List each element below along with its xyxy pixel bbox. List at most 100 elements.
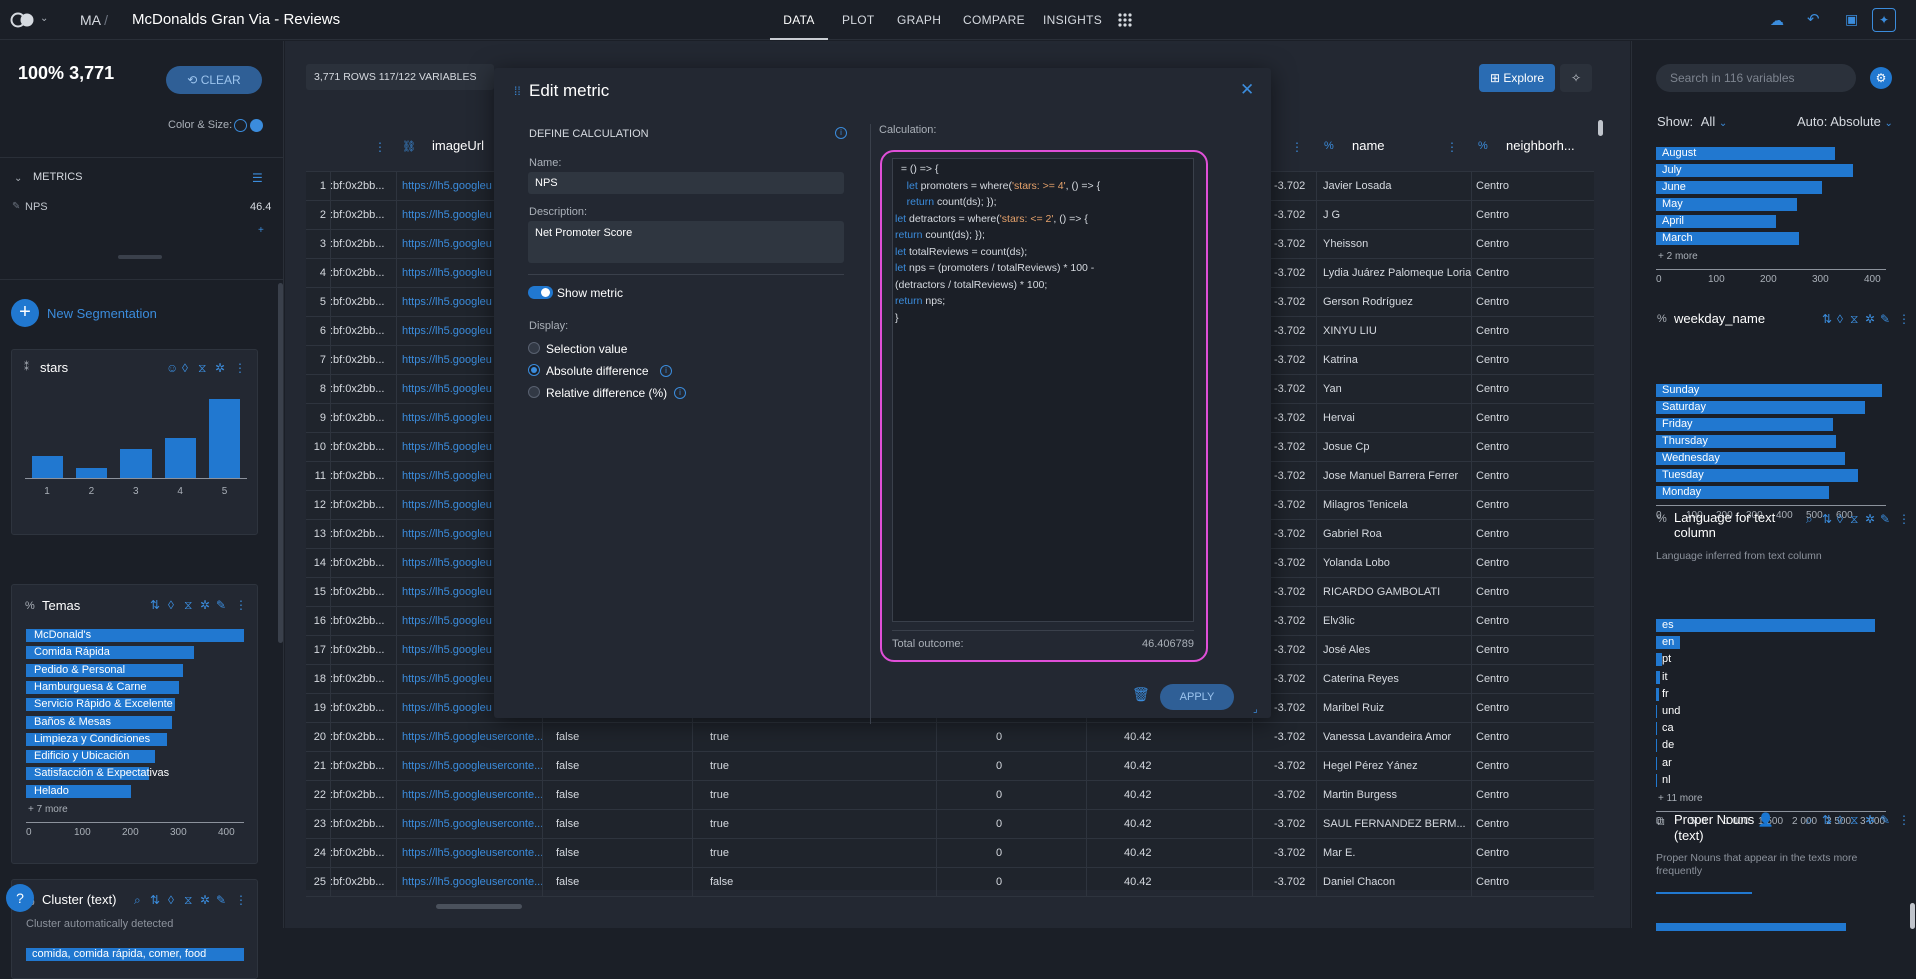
help-button[interactable]: ? (6, 884, 34, 912)
cell-url[interactable]: https://lh5.googleu (402, 172, 492, 200)
more-icon[interactable]: ⋮ (1898, 312, 1910, 326)
pin-icon[interactable]: ✲ (200, 893, 210, 907)
cell-url[interactable]: https://lh5.googleu (402, 549, 492, 577)
drag-handle-icon[interactable]: ⁞⁞ (514, 84, 521, 98)
more-icon[interactable]: ⋮ (235, 893, 247, 907)
info-icon[interactable]: i (674, 387, 686, 399)
column-header[interactable]: imageUrl (432, 138, 484, 153)
cell-url[interactable]: https://lh5.googleuserconte... (402, 752, 542, 780)
filter-off-icon[interactable]: ⧖ (184, 893, 192, 908)
info-icon[interactable]: i (660, 365, 672, 377)
resize-handle[interactable] (118, 255, 162, 259)
tab-plot[interactable]: PLOT (842, 0, 875, 40)
resize-icon[interactable]: ⌟ (1253, 704, 1258, 715)
bar[interactable] (1656, 164, 1853, 177)
pin-icon[interactable]: ✲ (1865, 312, 1875, 326)
cell-url[interactable]: https://lh5.googleu (402, 375, 492, 403)
cloud-icon[interactable]: ☁ (1770, 12, 1784, 29)
horizontal-scrollbar[interactable] (436, 904, 522, 909)
histogram-bar[interactable] (120, 449, 151, 478)
more-link[interactable]: + 7 more (28, 804, 68, 815)
search-icon[interactable]: ⌕ (134, 893, 141, 908)
left-scrollbar[interactable] (278, 283, 283, 643)
more-icon[interactable]: ⋮ (234, 361, 246, 375)
bar[interactable] (1656, 619, 1875, 632)
cell-url[interactable]: https://lh5.googleu (402, 230, 492, 258)
relative-difference-radio[interactable] (528, 386, 540, 398)
bar[interactable] (1656, 739, 1657, 752)
more-icon[interactable]: ⋮ (1446, 140, 1458, 154)
info-icon[interactable]: i (835, 127, 847, 139)
cell-url[interactable]: https://lh5.googleu (402, 346, 492, 374)
explore-button[interactable]: ⊞ Explore (1479, 64, 1555, 92)
more-link[interactable]: + 2 more (1658, 251, 1698, 262)
sort-icon[interactable]: ⇅ (150, 893, 160, 907)
magic-wand-icon[interactable]: ✦ (1872, 8, 1896, 32)
chevron-down-icon[interactable]: ⌄ (14, 173, 22, 184)
drop-icon[interactable]: ◊ (1837, 512, 1843, 526)
drop-icon[interactable]: ◊ (182, 361, 188, 375)
cell-url[interactable]: https://lh5.googleu (402, 491, 492, 519)
metric-name[interactable]: NPS (25, 201, 48, 213)
tab-insights[interactable]: INSIGHTS (1043, 0, 1102, 40)
undo-icon[interactable]: ↶ (1807, 10, 1820, 28)
app-logo-icon[interactable] (10, 12, 36, 28)
edit-icon[interactable]: ✎ (216, 598, 226, 612)
name-input[interactable]: NPS (528, 172, 844, 194)
table-row[interactable]: 21:bf:0x2bb...https://lh5.googleusercont… (306, 752, 1594, 781)
trash-icon[interactable]: 🗑 (1132, 686, 1150, 703)
clear-button[interactable]: ⟲ CLEAR (166, 66, 262, 94)
search-icon[interactable]: ⌕ (1806, 512, 1813, 527)
tab-data[interactable]: DATA (770, 0, 828, 40)
cell-url[interactable]: https://lh5.googleu (402, 201, 492, 229)
cell-url[interactable]: https://lh5.googleu (402, 462, 492, 490)
sort-icon[interactable]: ⇅ (1822, 813, 1832, 827)
more-icon[interactable]: ⋮ (1291, 140, 1303, 154)
cell-url[interactable]: https://lh5.googleu (402, 433, 492, 461)
more-icon[interactable]: ⋮ (374, 140, 386, 154)
code-editor[interactable]: = () => { let promoters = where('stars: … (892, 158, 1194, 622)
vertical-scrollbar[interactable] (1598, 120, 1603, 136)
sort-icon[interactable]: ⇅ (1822, 512, 1832, 526)
more-icon[interactable]: ⋮ (1898, 512, 1910, 526)
cell-url[interactable]: https://lh5.googleu (402, 636, 492, 664)
settings-gear-icon[interactable]: ⚙ (1870, 67, 1892, 89)
pin-icon[interactable]: ✲ (215, 361, 225, 375)
more-link[interactable]: + 11 more (1658, 793, 1703, 804)
drop-icon[interactable]: ◊ (1837, 312, 1843, 326)
tab-graph[interactable]: GRAPH (897, 0, 941, 40)
bar[interactable] (1656, 688, 1659, 701)
variable-search-input[interactable]: Search in 116 variables (1656, 64, 1856, 92)
cell-url[interactable]: https://lh5.googleu (402, 607, 492, 635)
face-icon[interactable]: ☺ (166, 361, 178, 375)
table-row[interactable]: 20:bf:0x2bb...https://lh5.googleusercont… (306, 723, 1594, 752)
size-toggle-icon[interactable] (250, 119, 263, 132)
histogram-bar[interactable] (32, 456, 63, 478)
column-header[interactable]: name (1352, 138, 1385, 153)
cell-url[interactable]: https://lh5.googleuserconte... (402, 839, 542, 867)
cell-url[interactable]: https://lh5.googleuserconte... (402, 781, 542, 809)
cell-url[interactable]: https://lh5.googleu (402, 404, 492, 432)
cell-url[interactable]: https://lh5.googleu (402, 694, 492, 722)
table-row[interactable]: 24:bf:0x2bb...https://lh5.googleusercont… (306, 839, 1594, 868)
drop-icon[interactable]: ◊ (168, 598, 174, 612)
save-icon[interactable]: ▣ (1845, 11, 1858, 28)
edit-icon[interactable]: ✎ (1880, 312, 1890, 326)
bar[interactable] (1656, 671, 1660, 684)
filter-off-icon[interactable]: ⧖ (184, 598, 192, 613)
pencil-icon[interactable]: ✎ (12, 201, 20, 212)
absolute-difference-radio[interactable] (528, 364, 540, 376)
edit-icon[interactable]: ✎ (1880, 512, 1890, 526)
histogram-bar[interactable] (165, 438, 196, 478)
color-toggle-icon[interactable] (234, 119, 247, 132)
cell-url[interactable]: https://lh5.googleu (402, 288, 492, 316)
table-row[interactable]: 23:bf:0x2bb...https://lh5.googleusercont… (306, 810, 1594, 839)
cell-url[interactable]: https://lh5.googleu (402, 520, 492, 548)
cell-url[interactable]: https://lh5.googleuserconte... (402, 810, 542, 838)
breadcrumb[interactable]: MA / (80, 12, 108, 28)
bar[interactable] (1656, 923, 1846, 931)
filter-off-icon[interactable]: ⧖ (1850, 312, 1858, 327)
cell-url[interactable]: https://lh5.googleu (402, 259, 492, 287)
more-icon[interactable]: ⋮ (1898, 813, 1910, 827)
new-segmentation-button[interactable]: New Segmentation (47, 306, 157, 321)
